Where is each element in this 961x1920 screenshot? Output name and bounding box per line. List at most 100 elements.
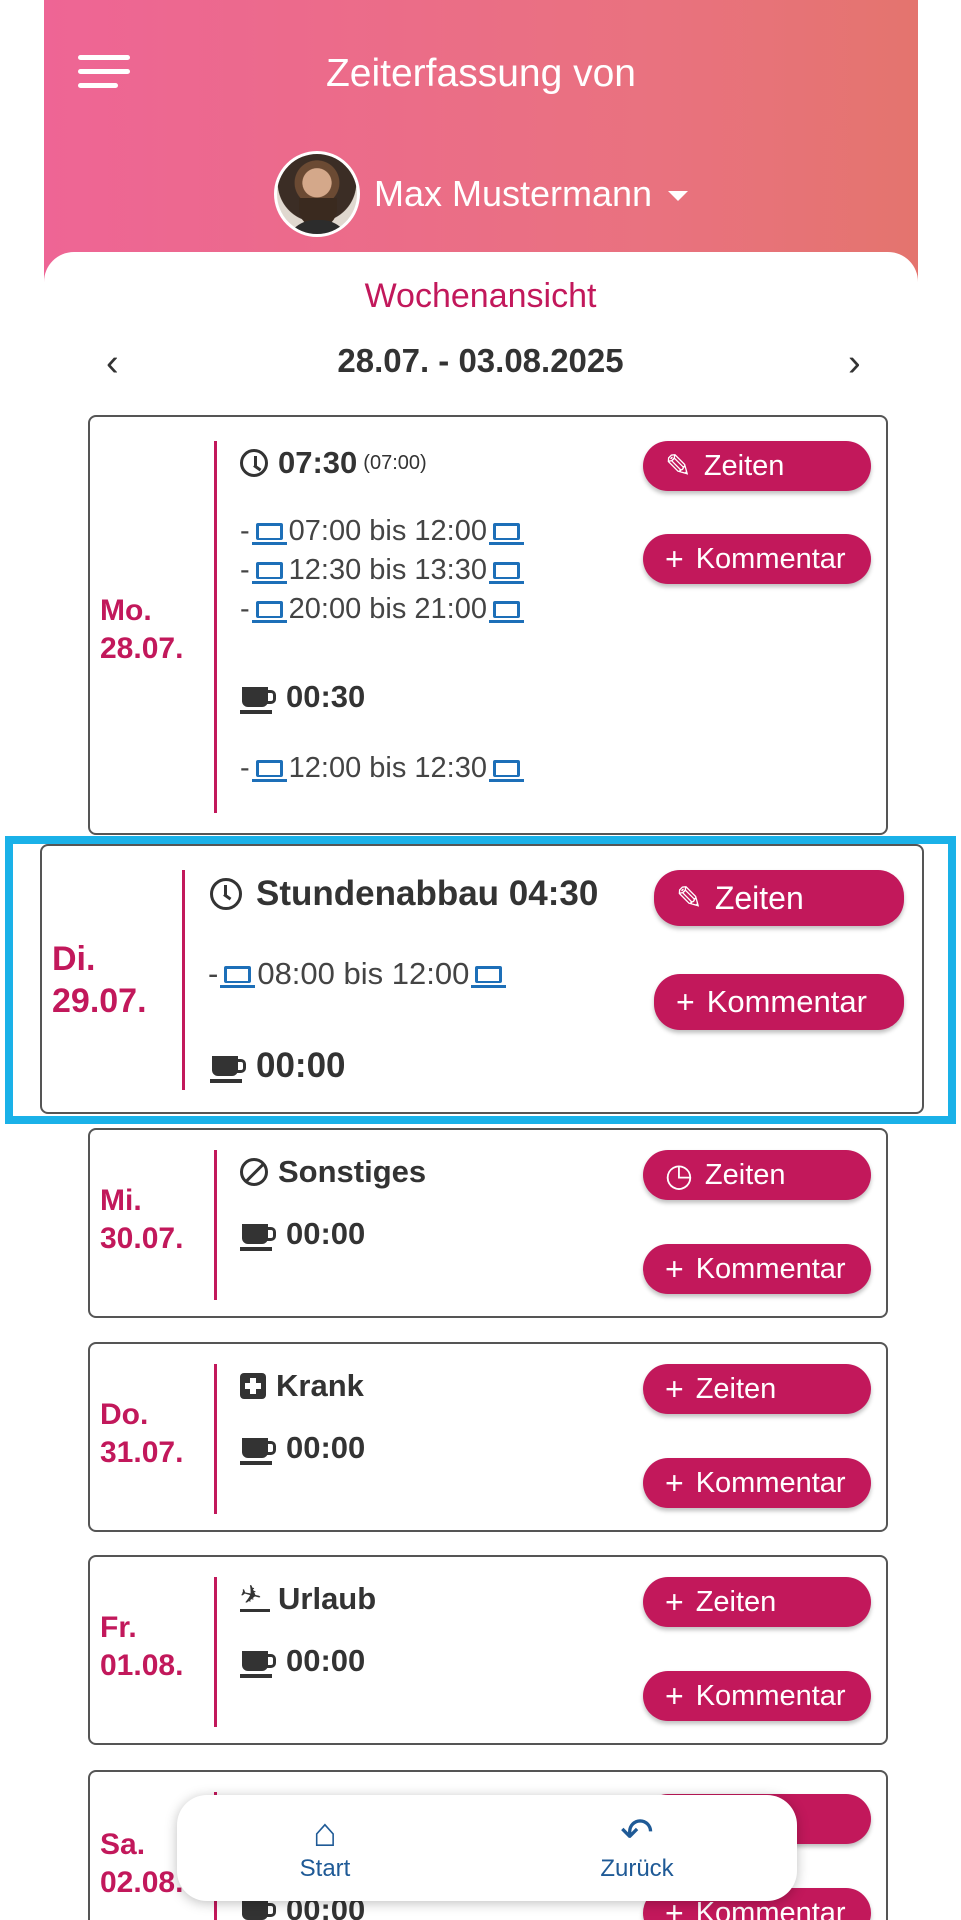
date: 01.08. [100,1649,184,1682]
segment-text: 20:00 bis 21:00 [288,593,487,625]
button-label: Zeiten [695,1585,777,1618]
add-comment-button[interactable]: + Kommentar [643,1458,871,1508]
laptop-icon [489,562,524,584]
plus-icon: + [665,1371,684,1407]
weekday: Sa. [100,1828,146,1861]
break-total-row: 00:00 [240,1643,366,1679]
nav-back[interactable]: ↶ Zurück [577,1811,697,1883]
button-label: Kommentar [695,1252,846,1285]
work-total: 07:30 [278,445,358,480]
weekday: Fr. [100,1611,137,1644]
weekday: Mi. [100,1184,142,1217]
day-divider [182,870,185,1090]
day-card-friday: Fr. 01.08. Urlaub 00:00 + Zeiten + Komme… [88,1555,888,1745]
nav-start[interactable]: ⌂ Start [265,1811,385,1883]
laptop-icon [251,760,287,782]
time-segment: - 08:00 bis 12:00 [208,956,508,992]
day-label: Sa. 02.08. [100,1826,183,1902]
break-total-row: 00:30 [240,679,366,715]
clock-icon [240,449,268,477]
edit-times-button[interactable]: ✎ Zeiten [643,441,871,491]
day-card-monday: Mo. 28.07. 07:30 (07:00) - 07:00 bis 12:… [88,415,888,835]
pencil-icon: ✎ [676,880,703,916]
button-label: Kommentar [706,984,867,1019]
break-total: 00:30 [286,679,366,714]
day-type: Urlaub [278,1581,377,1616]
day-divider [214,1364,217,1514]
plus-icon: + [665,1251,684,1287]
time-segment: - 07:00 bis 12:00 [240,515,526,548]
day-card-tuesday: Di. 29.07. Stundenabbau 04:30 - 08:00 bi… [40,844,924,1114]
nav-label: Zurück [600,1855,674,1882]
flight-departure-icon [240,1586,270,1612]
user-name: Max Mustermann [373,173,653,214]
timer-icon: ◷ [665,1157,693,1193]
bottom-navigation: ⌂ Start ↶ Zurück [177,1795,797,1901]
day-divider [214,1577,217,1727]
undo-icon: ↶ [620,1811,654,1855]
next-week-button[interactable]: › [848,343,861,383]
segment-text: 12:00 bis 12:30 [288,752,487,784]
pencil-icon: ✎ [665,448,692,484]
edit-times-button[interactable]: ◷ Zeiten [643,1150,871,1200]
coffee-cup-icon [242,1900,276,1920]
block-icon [240,1158,268,1186]
plus-icon: + [665,541,684,577]
medical-icon [240,1373,266,1399]
time-segment: - 20:00 bis 21:00 [240,593,526,626]
work-label: Stundenabbau 04:30 [256,874,599,913]
coffee-cup-icon [240,1224,276,1251]
add-times-button[interactable]: + Zeiten [643,1577,871,1627]
button-label: Zeiten [714,879,804,916]
header-title: Zeiterfassung von [325,52,636,95]
add-comment-button[interactable]: + Kommentar [654,974,904,1030]
add-times-button[interactable]: + Zeiten [643,1364,871,1414]
segment-text: 08:00 bis 12:00 [257,956,470,991]
break-segment: - 12:00 bis 12:30 [240,752,526,785]
date: 30.07. [100,1222,184,1255]
add-comment-button[interactable]: + Kommentar [643,1244,871,1294]
type-row: Urlaub [240,1581,376,1617]
user-selector[interactable]: Max Mustermann [44,150,918,238]
nav-label: Start [299,1855,351,1882]
laptop-icon [471,965,507,988]
home-icon: ⌂ [312,1811,338,1855]
week-range: 28.07. - 03.08.2025 [337,342,624,379]
day-card-wednesday: Mi. 30.07. Sonstiges 00:00 ◷ Zeiten + Ko… [88,1128,888,1318]
break-total-row: 00:00 [240,1216,365,1252]
day-divider [214,441,217,813]
date: 29.07. [52,982,147,1020]
day-label: Mi. 30.07. [100,1182,183,1258]
weekday: Do. [100,1398,149,1431]
plus-icon: + [665,1678,684,1714]
plus-icon: + [665,1465,684,1501]
button-label: Kommentar [695,542,846,575]
laptop-icon [489,523,524,545]
day-divider [214,1150,217,1300]
day-type: Krank [276,1368,364,1403]
date: 02.08. [100,1866,184,1899]
add-comment-button[interactable]: + Kommentar [643,1671,871,1721]
work-total-row: Stundenabbau 04:30 [210,874,598,914]
plus-icon: + [665,1895,684,1920]
type-row: Krank [240,1368,364,1404]
laptop-icon [489,601,524,623]
break-total-row: 00:00 [210,1046,346,1086]
work-total-row: 07:30 (07:00) [240,445,427,481]
chevron-down-icon [668,191,689,201]
edit-times-button[interactable]: ✎ Zeiten [654,870,904,926]
date: 31.07. [100,1436,184,1469]
weekday: Mo. [100,594,152,627]
plus-icon: + [665,1584,684,1620]
add-comment-button[interactable]: + Kommentar [643,534,871,584]
day-card-thursday: Do. 31.07. Krank 00:00 + Zeiten + Kommen… [88,1342,888,1532]
day-type: Sonstiges [278,1154,427,1189]
time-segment: - 12:30 bis 13:30 [240,554,526,587]
break-total: 00:00 [286,1643,366,1678]
coffee-cup-icon [240,1651,276,1678]
day-label: Di. 29.07. [52,938,147,1022]
break-total-row: 00:00 [240,1430,366,1466]
segment-text: 07:00 bis 12:00 [288,515,487,547]
break-total: 00:00 [286,1430,366,1465]
plus-icon: + [676,984,695,1020]
